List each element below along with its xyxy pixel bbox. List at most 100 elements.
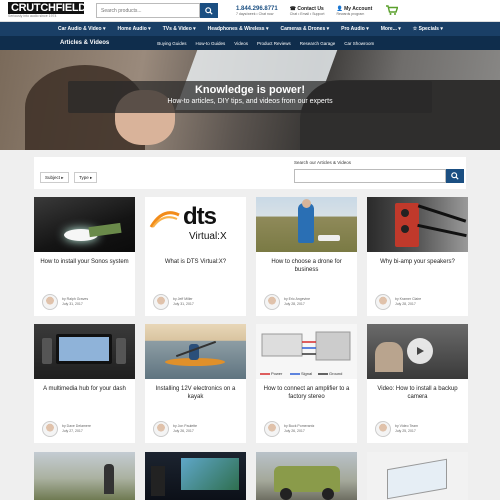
article-author: by Ralph Graves July 31, 2017 (42, 294, 88, 310)
article-date: July 31, 2017 (62, 302, 83, 306)
product-search-input[interactable] (96, 3, 200, 18)
author-avatar (153, 421, 169, 437)
cart-icon (386, 4, 399, 15)
article-author: by Jon Paulette July 26, 2017 (153, 421, 197, 437)
outdoor-thumbnail (34, 452, 135, 500)
article-card[interactable]: A multimedia hub for your dash by Dave D… (34, 324, 135, 443)
legend-power-label: Power (271, 371, 283, 376)
hero-title: Knowledge is power! (194, 84, 305, 96)
article-card[interactable]: Power Signal Ground How to connect an am… (256, 324, 357, 443)
nav-pro-audio[interactable]: Pro Audio ▾ (341, 26, 369, 32)
backup-camera-thumbnail (367, 324, 468, 379)
article-date: July 27, 2017 (62, 429, 83, 433)
dts-logo-subtext: Virtual:X (189, 231, 227, 242)
product-search (96, 3, 218, 18)
author-avatar (264, 421, 280, 437)
article-grid: How to install your Sonos system by Ralp… (34, 197, 468, 443)
type-filter[interactable]: Type ▸ (74, 172, 98, 183)
nav-home-audio[interactable]: Home Audio ▾ (118, 26, 151, 32)
subnav-research-garage[interactable]: Research Garage (300, 41, 336, 46)
home-theater-thumbnail (145, 452, 246, 500)
article-author: by Eric Angevine July 28, 2017 (264, 294, 310, 310)
article-title[interactable]: How to choose a drone for business (256, 252, 357, 280)
drone-thumbnail (256, 197, 357, 252)
dts-swoosh-icon (149, 209, 181, 229)
dts-virtualx-thumbnail: dts Virtual:X (145, 197, 246, 252)
article-author: by Jeff Miller July 31, 2017 (153, 294, 194, 310)
section-title[interactable]: Articles & Videos (60, 40, 109, 46)
sonos-thumbnail (34, 197, 135, 252)
subnav-how-to-guides[interactable]: How-to Guides (196, 41, 226, 46)
subnav-videos[interactable]: Videos (234, 41, 248, 46)
article-search-label: Search our Articles & Videos (294, 160, 351, 165)
my-account-link[interactable]: 👤 My Account Rewards program (336, 6, 372, 16)
article-title[interactable]: Why bi-amp your speakers? (367, 252, 468, 280)
article-author: by Video Team July 25, 2017 (375, 421, 418, 437)
dts-logo: dts (183, 203, 217, 230)
hero-subtitle: How-to articles, DIY tips, and videos fr… (167, 98, 333, 105)
article-card[interactable]: Video: How to install a backup camera by… (367, 324, 468, 443)
logo-tagline: Seriously into audio since 1974 (8, 14, 57, 18)
play-video-button[interactable] (407, 338, 433, 364)
article-title[interactable]: How to install your Sonos system (34, 252, 135, 280)
subnav-car-showroom[interactable]: Car Showroom (344, 41, 374, 46)
nav-tvs-video[interactable]: TVs & Video ▾ (163, 26, 196, 32)
primary-nav: Car Audio & Video ▾ Home Audio ▾ TVs & V… (0, 22, 500, 36)
article-card[interactable]: How to choose a drone for business by Er… (256, 197, 357, 316)
article-date: July 28, 2017 (395, 302, 416, 306)
phone-contact[interactable]: 1.844.296.8771 7 days/week • Chat now (236, 6, 278, 16)
nav-car-audio[interactable]: Car Audio & Video ▾ (58, 26, 106, 32)
jeep-thumbnail (256, 452, 357, 500)
subject-filter[interactable]: Subject ▸ (40, 172, 69, 183)
author-avatar (42, 294, 58, 310)
article-title[interactable]: Video: How to install a backup camera (367, 379, 468, 407)
article-card[interactable]: Installing 12V electronics on a kayak by… (145, 324, 246, 443)
legend-ground-label: Ground (329, 371, 343, 376)
play-icon (417, 347, 424, 355)
article-date: July 26, 2017 (284, 429, 305, 433)
subnav-product-reviews[interactable]: Product Reviews (257, 41, 291, 46)
author-avatar (375, 421, 391, 437)
article-card[interactable] (34, 452, 135, 500)
my-account-subtext: Rewards program (336, 11, 365, 16)
author-avatar (375, 294, 391, 310)
logo-wordmark: CRUTCHFIELD (8, 2, 86, 14)
article-title[interactable]: What is DTS Virtual:X? (145, 252, 246, 280)
search-icon (205, 6, 213, 15)
article-title[interactable]: A multimedia hub for your dash (34, 379, 135, 407)
legend-signal-label: Signal (301, 371, 313, 376)
nav-cameras-drones[interactable]: Cameras & Drones ▾ (281, 26, 330, 32)
article-search-button[interactable] (446, 169, 464, 183)
article-card[interactable] (367, 452, 468, 500)
article-search-input[interactable] (294, 169, 446, 183)
cart-button[interactable] (386, 2, 399, 20)
article-card[interactable] (145, 452, 246, 500)
top-header: CRUTCHFIELD Seriously into audio since 1… (0, 0, 500, 22)
nav-specials[interactable]: ☆ Specials ▾ (413, 26, 443, 32)
article-title[interactable]: Installing 12V electronics on a kayak (145, 379, 246, 407)
article-author: by Kramer Claire July 28, 2017 (375, 294, 421, 310)
article-card[interactable]: dts Virtual:X What is DTS Virtual:X? by … (145, 197, 246, 316)
article-date: July 25, 2017 (395, 429, 416, 433)
phone-subtext: 7 days/week • Chat now (236, 11, 274, 16)
amplifier-wiring-thumbnail: Power Signal Ground (256, 324, 357, 379)
product-search-button[interactable] (200, 3, 218, 18)
article-card[interactable]: Why bi-amp your speakers? by Kramer Clai… (367, 197, 468, 316)
article-date: July 28, 2017 (284, 302, 305, 306)
article-card[interactable]: How to install your Sonos system by Ralp… (34, 197, 135, 316)
contact-us-link[interactable]: ☎ Contact Us Chat • Email • Support (290, 6, 325, 16)
secondary-nav: Articles & Videos Buying Guides How-to G… (0, 36, 500, 50)
author-avatar (264, 294, 280, 310)
subnav-buying-guides[interactable]: Buying Guides (157, 41, 186, 46)
article-card[interactable] (256, 452, 357, 500)
author-avatar (42, 421, 58, 437)
nav-headphones[interactable]: Headphones & Wireless ▾ (208, 26, 269, 32)
author-avatar (153, 294, 169, 310)
article-grid-row-3 (34, 452, 468, 500)
search-icon (451, 172, 459, 180)
crutchfield-logo[interactable]: CRUTCHFIELD Seriously into audio since 1… (8, 2, 86, 19)
article-title[interactable]: How to connect an amplifier to a factory… (256, 379, 357, 407)
diagram-thumbnail (367, 452, 468, 500)
bi-amp-thumbnail (367, 197, 468, 252)
nav-more[interactable]: More... ▾ (381, 26, 401, 32)
